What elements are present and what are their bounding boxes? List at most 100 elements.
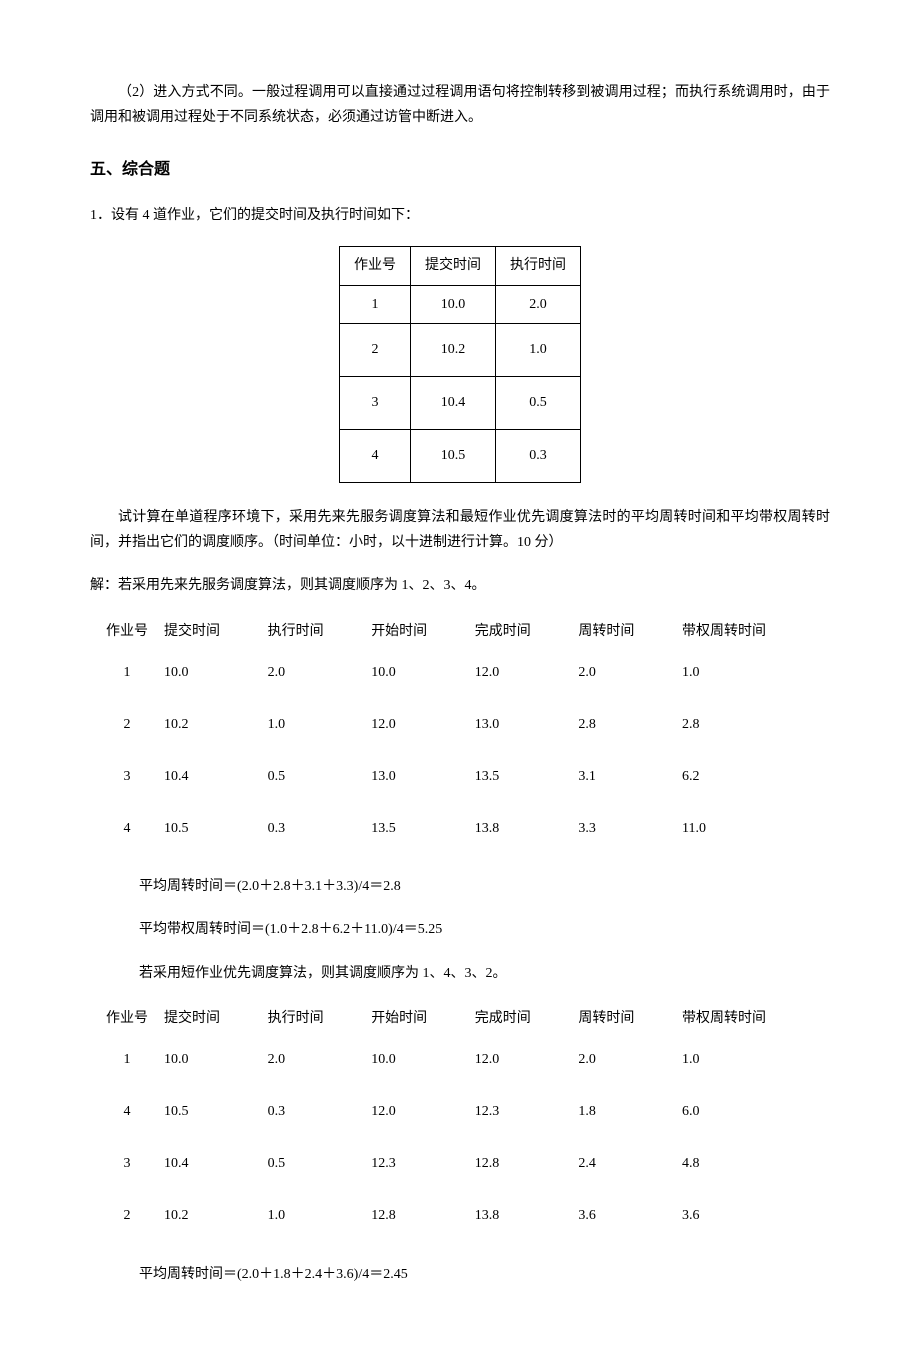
cell: 1.0 [682, 1034, 830, 1086]
cell: 3 [340, 376, 411, 429]
col-turnaround: 周转时间 [578, 1004, 682, 1034]
cell: 0.3 [268, 802, 372, 854]
cell: 10.0 [164, 1034, 268, 1086]
cell: 12.3 [371, 1138, 475, 1190]
col-job-id: 作业号 [90, 1004, 164, 1034]
cell: 13.0 [475, 698, 579, 750]
result-header-row: 作业号 提交时间 执行时间 开始时间 完成时间 周转时间 带权周转时间 [90, 1004, 830, 1034]
cell: 12.0 [475, 1034, 579, 1086]
table-row: 4 10.5 0.3 13.5 13.8 3.3 11.0 [90, 802, 830, 854]
col-submit-time: 提交时间 [164, 1004, 268, 1034]
cell: 3.6 [682, 1190, 830, 1242]
cell: 10.2 [164, 698, 268, 750]
cell: 12.3 [475, 1086, 579, 1138]
col-exec-time: 执行时间 [268, 616, 372, 646]
cell: 2.0 [268, 646, 372, 698]
jobs-table-header-row: 作业号 提交时间 执行时间 [340, 247, 581, 285]
col-finish-time: 完成时间 [475, 1004, 579, 1034]
fcfs-result-table: 作业号 提交时间 执行时间 开始时间 完成时间 周转时间 带权周转时间 1 10… [90, 616, 830, 854]
table-row: 4 10.5 0.3 [340, 429, 581, 482]
cell: 4.8 [682, 1138, 830, 1190]
cell: 12.8 [475, 1138, 579, 1190]
question-1-task: 试计算在单道程序环境下，采用先来先服务调度算法和最短作业优先调度算法时的平均周转… [90, 505, 830, 555]
cell: 10.4 [164, 1138, 268, 1190]
cell: 2.8 [578, 698, 682, 750]
table-row: 2 10.2 1.0 12.0 13.0 2.8 2.8 [90, 698, 830, 750]
cell: 10.2 [164, 1190, 268, 1242]
table-row: 1 10.0 2.0 10.0 12.0 2.0 1.0 [90, 1034, 830, 1086]
sjf-result-table: 作业号 提交时间 执行时间 开始时间 完成时间 周转时间 带权周转时间 1 10… [90, 1004, 830, 1242]
jobs-table: 作业号 提交时间 执行时间 1 10.0 2.0 2 10.2 1.0 3 10… [339, 246, 581, 482]
cell: 4 [340, 429, 411, 482]
cell: 0.3 [268, 1086, 372, 1138]
cell: 1 [340, 285, 411, 323]
cell: 12.0 [371, 1086, 475, 1138]
cell: 0.3 [496, 429, 581, 482]
cell: 13.8 [475, 802, 579, 854]
cell: 13.8 [475, 1190, 579, 1242]
col-job-id: 作业号 [340, 247, 411, 285]
table-row: 3 10.4 0.5 13.0 13.5 3.1 6.2 [90, 750, 830, 802]
result-header-row: 作业号 提交时间 执行时间 开始时间 完成时间 周转时间 带权周转时间 [90, 616, 830, 646]
cell: 13.5 [475, 750, 579, 802]
intro-paragraph: （2）进入方式不同。一般过程调用可以直接通过过程调用语句将控制转移到被调用过程；… [90, 80, 830, 130]
table-row: 1 10.0 2.0 [340, 285, 581, 323]
cell: 2.0 [578, 1034, 682, 1086]
col-weighted-turnaround: 带权周转时间 [682, 1004, 830, 1034]
cell: 10.5 [411, 429, 496, 482]
col-submit-time: 提交时间 [164, 616, 268, 646]
question-1-intro: 1．设有 4 道作业，它们的提交时间及执行时间如下： [90, 203, 830, 228]
cell: 10.0 [371, 646, 475, 698]
cell: 3.3 [578, 802, 682, 854]
cell: 12.0 [475, 646, 579, 698]
table-row: 4 10.5 0.3 12.0 12.3 1.8 6.0 [90, 1086, 830, 1138]
cell: 2.4 [578, 1138, 682, 1190]
cell: 2.0 [496, 285, 581, 323]
cell: 11.0 [682, 802, 830, 854]
col-job-id: 作业号 [90, 616, 164, 646]
cell: 1.0 [682, 646, 830, 698]
col-weighted-turnaround: 带权周转时间 [682, 616, 830, 646]
table-row: 2 10.2 1.0 12.8 13.8 3.6 3.6 [90, 1190, 830, 1242]
cell: 10.0 [164, 646, 268, 698]
col-submit-time: 提交时间 [411, 247, 496, 285]
table-row: 3 10.4 0.5 12.3 12.8 2.4 4.8 [90, 1138, 830, 1190]
cell: 2 [90, 698, 164, 750]
cell: 0.5 [268, 750, 372, 802]
section-5-title: 五、综合题 [90, 156, 830, 185]
cell: 6.0 [682, 1086, 830, 1138]
cell: 3.6 [578, 1190, 682, 1242]
col-start-time: 开始时间 [371, 1004, 475, 1034]
col-exec-time: 执行时间 [496, 247, 581, 285]
cell: 13.5 [371, 802, 475, 854]
cell: 3.1 [578, 750, 682, 802]
cell: 10.5 [164, 1086, 268, 1138]
cell: 10.4 [411, 376, 496, 429]
col-turnaround: 周转时间 [578, 616, 682, 646]
fcfs-avg-turnaround: 平均周转时间＝(2.0＋2.8＋3.1＋3.3)/4＝2.8 [90, 874, 830, 899]
cell: 10.4 [164, 750, 268, 802]
col-start-time: 开始时间 [371, 616, 475, 646]
col-exec-time: 执行时间 [268, 1004, 372, 1034]
cell: 2.0 [268, 1034, 372, 1086]
cell: 4 [90, 1086, 164, 1138]
cell: 10.2 [411, 323, 496, 376]
cell: 10.0 [411, 285, 496, 323]
table-row: 3 10.4 0.5 [340, 376, 581, 429]
cell: 2 [90, 1190, 164, 1242]
cell: 3 [90, 750, 164, 802]
fcfs-avg-weighted-turnaround: 平均带权周转时间＝(1.0＋2.8＋6.2＋11.0)/4＝5.25 [90, 917, 830, 942]
cell: 1 [90, 646, 164, 698]
table-row: 2 10.2 1.0 [340, 323, 581, 376]
cell: 12.0 [371, 698, 475, 750]
cell: 6.2 [682, 750, 830, 802]
cell: 2.0 [578, 646, 682, 698]
col-finish-time: 完成时间 [475, 616, 579, 646]
cell: 0.5 [496, 376, 581, 429]
cell: 10.5 [164, 802, 268, 854]
sjf-avg-turnaround: 平均周转时间＝(2.0＋1.8＋2.4＋3.6)/4＝2.45 [90, 1262, 830, 1287]
cell: 1.0 [268, 1190, 372, 1242]
cell: 12.8 [371, 1190, 475, 1242]
cell: 2.8 [682, 698, 830, 750]
cell: 1.8 [578, 1086, 682, 1138]
